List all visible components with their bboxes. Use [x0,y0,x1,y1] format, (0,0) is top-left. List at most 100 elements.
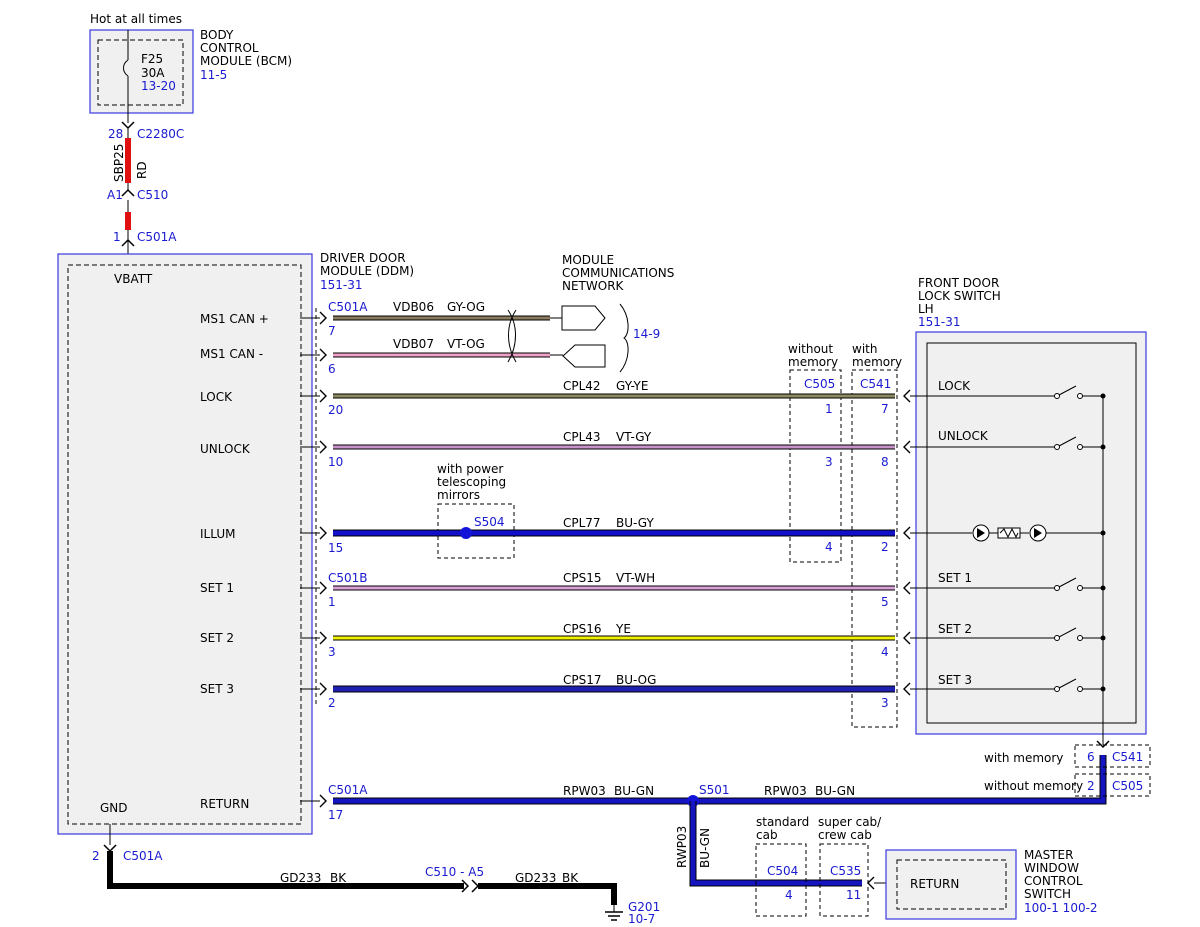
c510-a5-conn[interactable]: C510 - A5 [425,865,484,879]
cpl77-circuit: CPL77 [563,516,601,530]
lock-switch-name-line3: LH [918,302,934,316]
c541-return-conn[interactable]: C541 [1112,750,1143,764]
s504-splice[interactable]: S504 [474,515,505,529]
bcm-ref-link[interactable]: 11-5 [200,68,227,82]
network-ref-link[interactable]: 14-9 [633,327,660,341]
switch-contact-icon [1054,585,1060,591]
cps16-pin: 3 [328,645,336,659]
ddm-ref-link[interactable]: 151-31 [320,278,363,292]
ddm-pin-ms1-can-minus: MS1 CAN - [200,347,263,361]
network-brace-icon [619,303,629,373]
feed-pin-1: 1 [113,230,121,244]
bcm-name-line1: BODY [200,28,234,42]
return-connectors: with memory without memory 6 C541 2 C505 [984,740,1151,797]
cps16-wire-switch-connector-icon [903,631,911,645]
cpl43-wire-switch-connector-icon [903,440,911,454]
ddm-pin-set3: SET 3 [200,682,234,696]
bus-junction-dot [1100,686,1106,692]
mirrors-option-line1: with power [437,462,503,476]
ddm-pin-unlock: UNLOCK [200,442,251,456]
network-line3: NETWORK [562,279,625,293]
cps17-wire-switch-connector-icon [903,682,911,696]
cpl77-wire-switch-connector-icon [903,526,911,540]
network-line1: MODULE [562,253,614,267]
bus-junction-dot [1100,393,1106,399]
sbp25-feed: 28 C2280C SBP25 RD A1 C510 1 C501A [107,121,184,265]
ddm-vbatt-label: VBATT [114,272,153,286]
vdb07-pin: 6 [328,362,336,376]
cps16-c541-pin: 4 [881,645,889,659]
feed-pin-a1: A1 [107,188,123,202]
cpl77-c541-pin: 2 [881,540,889,554]
feed-conn-c510[interactable]: C510 [137,188,168,202]
cpl77-wire-ddm-connector-icon [319,526,327,540]
rwp03-branch-color: BU-GN [698,828,712,868]
cps16-circuit: CPS16 [563,622,602,636]
s501-splice[interactable]: S501 [699,783,730,797]
ddm-name-line1: DRIVER DOOR [320,251,406,265]
c505-option-line2: memory [788,355,838,369]
mwcs-name-line4: SWITCH [1024,887,1071,901]
standard-cab-line2: cab [756,828,778,842]
mirrors-option-line3: mirrors [437,488,480,502]
c505-conn-label[interactable]: C505 [804,377,835,391]
lock-switch-module: FRONT DOOR LOCK SWITCH LH 151-31 LOCK UN… [912,276,1147,745]
c504-conn[interactable]: C504 [767,864,798,878]
crew-cab-line2: crew cab [818,828,872,842]
gnd-conn[interactable]: C501A [123,849,163,863]
ddm-pin-set2: SET 2 [200,631,234,645]
mwcs-ref-link[interactable]: 100-1 100-2 [1024,901,1098,915]
ddm-pin-illum: ILLUM [200,527,235,541]
switch-contact-icon [1054,686,1060,692]
feed-conn-c501a[interactable]: C501A [137,230,177,244]
c535-conn[interactable]: C535 [830,864,861,878]
standard-cab-line1: standard [756,815,809,829]
c504-pin: 4 [785,888,793,902]
vdb06-conn[interactable]: C501A [328,300,368,314]
sbp25-color-label: RD [135,161,149,179]
g201-ref-link[interactable]: 10-7 [628,912,655,926]
wiring-diagram: Hot at all times F25 30A 13-20 BODY CONT… [57,12,1151,926]
lock-switch-ref-link[interactable]: 151-31 [918,315,961,329]
cpl43-c505-pin: 3 [825,455,833,469]
vdb07-circuit: VDB07 [393,337,434,351]
gd233-wire-right [478,883,617,905]
cps15-circuit: CPS15 [563,571,602,585]
rpw03-color-left: BU-GN [614,784,654,798]
gd233-circuit-left: GD233 [280,871,321,885]
bcm-name-line2: CONTROL [200,41,259,55]
fuse-ref-link[interactable]: 13-20 [141,79,176,93]
cps15-color: VT-WH [616,571,655,585]
gd233-circuit-right: GD233 [515,871,556,885]
c541-connector-box [851,369,898,728]
mwcs-name-line3: CONTROL [1024,874,1083,888]
feed-conn-c2280c[interactable]: C2280C [137,127,184,141]
c541-conn-label[interactable]: C541 [860,377,891,391]
c541-return-pin: 6 [1087,750,1095,764]
rpw03-conn[interactable]: C501A [328,783,368,797]
ddm-module: VBATT GND MS1 CAN + MS1 CAN - LOCK UNLOC… [57,251,414,835]
cpl77-color: BU-GY [616,516,654,530]
c505-return-conn[interactable]: C505 [1112,779,1143,793]
fuse-rating: 30A [141,66,165,80]
can-minus-connector-icon [319,348,327,362]
vdb06-color: GY-OG [447,300,485,314]
switch-contact-icon [1054,393,1060,399]
mwcs-name-line1: MASTER [1024,848,1073,862]
cpl43-c541-pin: 8 [881,455,889,469]
cps15-conn[interactable]: C501B [328,571,368,585]
cpl42-wire-switch-connector-icon [903,389,911,403]
switch-lock-label: LOCK [938,379,971,393]
gnd-pin: 2 [92,849,100,863]
bcm-name-line3: MODULE (BCM) [200,54,292,68]
switch-set2-label: SET 2 [938,622,972,636]
switch-contact-icon [1077,393,1083,399]
cps16-wire-ddm-connector-icon [319,631,327,645]
ddm-name-line2: MODULE (DDM) [320,264,414,278]
cpl77-c505-pin: 4 [825,540,833,554]
bus-junction-dot [1100,444,1106,450]
vdb06-circuit: VDB06 [393,300,434,314]
ddm-pin-lock: LOCK [200,390,233,404]
ddm-box [57,253,313,835]
c505-option-line1: without [788,342,833,356]
